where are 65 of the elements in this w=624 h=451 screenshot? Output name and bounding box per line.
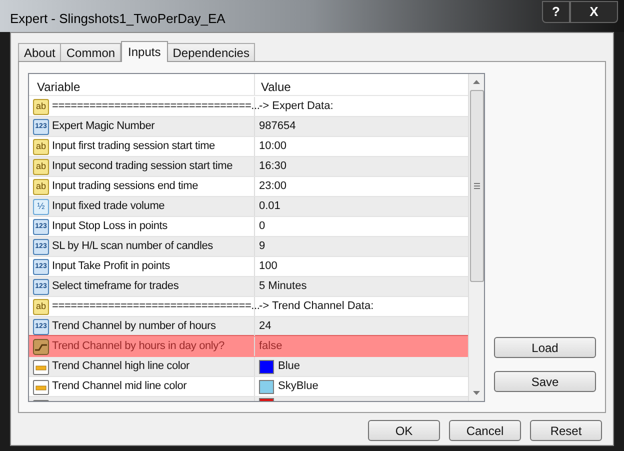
table-cell[interactable]: 0 (259, 218, 266, 235)
table-cell[interactable]: 10:00 (259, 138, 287, 155)
type-badge: ab (33, 98, 49, 114)
table-cell-text: ================================... (52, 99, 260, 114)
table-cell-text: Input Take Profit in points (52, 259, 170, 274)
table-cell[interactable]: 987654 (259, 118, 296, 135)
window-title: Expert - Slingshots1_TwoPerDay_EA (10, 10, 226, 28)
close-button[interactable]: X (570, 1, 618, 23)
tab[interactable]: Inputs (121, 41, 168, 62)
table-cell-text: Input fixed trade volume (52, 199, 165, 214)
column-header[interactable]: Value (255, 74, 468, 95)
cancel-button[interactable]: Cancel (449, 420, 521, 441)
table-cell[interactable]: 24 (259, 318, 272, 335)
table-row[interactable]: ab Input first trading session start time 10:00 (29, 137, 468, 157)
table-cell-text: SL by H/L scan number of candles (52, 239, 213, 254)
table-row[interactable]: ab ================================...-> Expert Data: (29, 97, 468, 117)
color-type-icon (33, 378, 49, 394)
column-header[interactable]: Variable (29, 74, 255, 95)
table-cell[interactable]: 9 (259, 238, 266, 255)
table-cell-text: Trend Channel mid line color (52, 379, 187, 394)
table-cell-text: Input trading sessions end time (52, 179, 198, 194)
table-cell-text: Trend Channel high line color (52, 359, 190, 374)
scroll-thumb[interactable] (470, 90, 484, 282)
type-badge: ab (33, 138, 49, 154)
table-cell[interactable]: -> Expert Data: (259, 98, 334, 115)
reset-button[interactable]: Reset (530, 420, 602, 441)
color-type-icon (33, 358, 49, 374)
table-cell[interactable]: Blue (278, 358, 300, 375)
scrollbar[interactable] (468, 74, 484, 401)
table-cell[interactable]: 16:30 (259, 158, 287, 175)
table-cell[interactable]: 100 (259, 258, 278, 275)
table-cell[interactable]: SkyBlue (278, 378, 318, 395)
scroll-up-icon[interactable] (473, 80, 480, 84)
type-badge: ab (33, 298, 49, 314)
table-row[interactable]: ab Input second trading session start time 16:30 (29, 157, 468, 177)
tab[interactable]: Dependencies (166, 43, 256, 61)
type-badge: ½ (33, 198, 49, 214)
table-cell-text: Input first trading session start time (52, 139, 215, 154)
table-cell-text: Input Stop Loss in points (52, 219, 168, 234)
switch-type-icon (33, 338, 49, 354)
table-row[interactable]: Trend Channel mid line color SkyBlue (29, 377, 468, 397)
table-cell[interactable]: 5 Minutes (259, 278, 307, 295)
tab[interactable]: Common (60, 43, 122, 61)
scroll-down-icon[interactable] (473, 391, 480, 395)
ok-button[interactable]: OK (368, 420, 440, 441)
help-button[interactable]: ? (542, 1, 570, 23)
table-cell-text: Expert Magic Number (52, 119, 155, 134)
table-cell[interactable]: 23:00 (259, 178, 287, 195)
load-button[interactable]: Load (494, 337, 596, 358)
table-cell[interactable]: -> Trend Channel Data: (259, 298, 374, 315)
table-row[interactable]: ab Input trading sessions end time 23:00 (29, 177, 468, 197)
table-cell-text: Input second trading session start time (52, 159, 233, 174)
table-row[interactable]: Trend Channel high line color Blue (29, 357, 468, 377)
save-button[interactable]: Save (494, 371, 596, 392)
tab[interactable]: About (18, 43, 62, 61)
type-badge: ab (33, 178, 49, 194)
table-cell-text: ================================... (52, 299, 260, 314)
table-cell-text: Select timeframe for trades (52, 279, 179, 294)
table-row[interactable]: ½ Input fixed trade volume 0.01 (29, 197, 468, 217)
type-badge: ab (33, 158, 49, 174)
table-cell[interactable]: 0.01 (259, 198, 280, 215)
table-row[interactable]: ab ================================...-> Trend Channel Data: (29, 297, 468, 317)
table-cell-text: Trend Channel by hours in day only? (52, 339, 224, 354)
grip-icon (474, 183, 480, 189)
table-cell-text: Trend Channel by number of hours (52, 319, 216, 334)
